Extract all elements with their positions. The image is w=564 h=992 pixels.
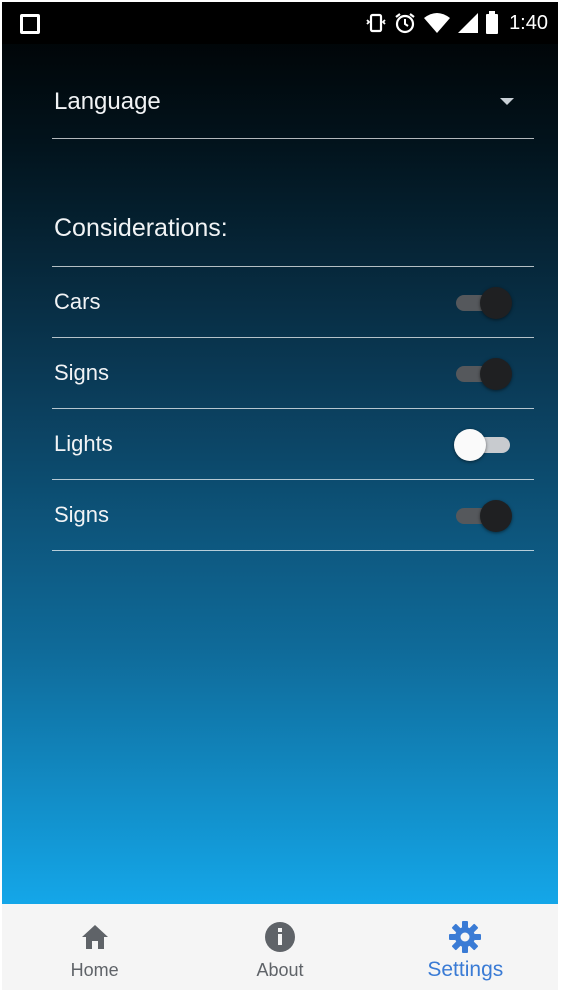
gear-icon — [449, 921, 482, 953]
considerations-title: Considerations: — [54, 214, 228, 242]
nav-settings-label: Settings — [427, 958, 504, 981]
vibrate-icon — [366, 13, 386, 33]
toggle-knob — [480, 287, 512, 319]
info-icon — [264, 922, 295, 952]
toggle-knob — [480, 358, 512, 390]
bottom-navigation: Home About Settings — [2, 904, 558, 990]
considerations-list: Cars Signs Lights Signs — [52, 266, 534, 551]
phone-screen: 1:40 Language Considerations: Cars Signs — [2, 2, 558, 990]
consideration-row-lights: Lights — [52, 409, 534, 480]
lights-toggle[interactable] — [454, 429, 510, 461]
consideration-label: Cars — [54, 289, 101, 314]
consideration-label: Signs — [54, 502, 110, 527]
nav-about-label: About — [256, 960, 304, 980]
signs-2-toggle[interactable] — [454, 500, 512, 532]
consideration-label: Lights — [54, 431, 113, 456]
consideration-row-signs-2: Signs — [52, 480, 534, 551]
language-dropdown[interactable]: Language — [52, 62, 534, 139]
nav-home-label: Home — [70, 960, 119, 980]
nav-settings[interactable]: Settings — [373, 904, 558, 990]
nav-about[interactable]: About — [187, 904, 372, 990]
status-bar: 1:40 — [2, 2, 558, 44]
cell-signal-icon — [458, 13, 479, 33]
notification-square-icon — [20, 14, 40, 34]
wifi-icon — [424, 13, 451, 33]
status-icons: 1:40 — [365, 10, 548, 36]
language-label: Language — [54, 88, 161, 115]
signs-toggle[interactable] — [454, 358, 512, 390]
nav-home[interactable]: Home — [2, 904, 187, 990]
consideration-row-signs: Signs — [52, 338, 534, 409]
settings-content: Language Considerations: Cars Signs Ligh… — [52, 62, 534, 551]
caret-down-icon — [500, 98, 514, 105]
toggle-knob — [480, 500, 512, 532]
status-time: 1:40 — [509, 11, 548, 34]
home-icon — [81, 925, 108, 949]
consideration-row-cars: Cars — [52, 267, 534, 338]
toggle-knob — [454, 429, 486, 461]
cars-toggle[interactable] — [454, 287, 512, 319]
battery-icon — [486, 11, 499, 34]
consideration-label: Signs — [54, 360, 110, 385]
alarm-icon — [395, 13, 415, 34]
